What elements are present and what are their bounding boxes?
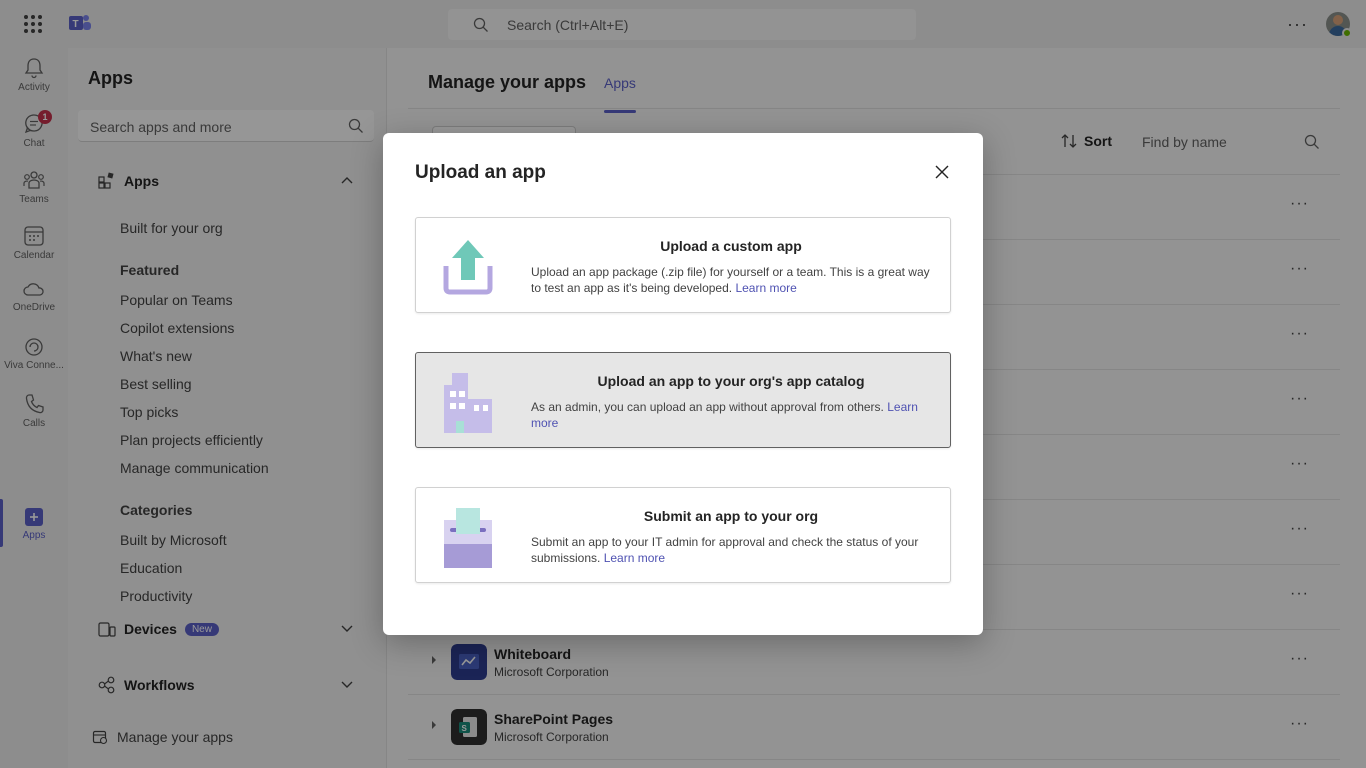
close-icon[interactable] — [934, 164, 950, 180]
submit-app-to-org-option[interactable]: Submit an app to your org Submit an app … — [415, 487, 951, 583]
upload-arrow-icon — [443, 240, 493, 295]
upload-org-catalog-option[interactable]: Upload an app to your org's app catalog … — [415, 352, 951, 448]
option-description: As an admin, you can upload an app witho… — [531, 399, 931, 431]
option-title: Upload an app to your org's app catalog — [597, 373, 865, 389]
learn-more-link[interactable]: Learn more — [735, 281, 796, 295]
option-description-text: As an admin, you can upload an app witho… — [531, 400, 884, 414]
option-title: Submit an app to your org — [643, 508, 819, 524]
upload-custom-app-option[interactable]: Upload a custom app Upload an app packag… — [415, 217, 951, 313]
learn-more-link[interactable]: Learn more — [604, 551, 665, 565]
upload-app-dialog: Upload an app Upload a custom app Upload… — [383, 133, 983, 635]
option-description: Upload an app package (.zip file) for yo… — [531, 264, 931, 296]
option-title: Upload a custom app — [660, 238, 802, 254]
dialog-title: Upload an app — [415, 162, 546, 183]
submission-box-icon — [444, 508, 492, 568]
option-description: Submit an app to your IT admin for appro… — [531, 534, 931, 566]
option-description-text: Upload an app package (.zip file) for yo… — [531, 265, 930, 295]
option-description-text: Submit an app to your IT admin for appro… — [531, 535, 919, 565]
building-icon — [444, 373, 492, 433]
